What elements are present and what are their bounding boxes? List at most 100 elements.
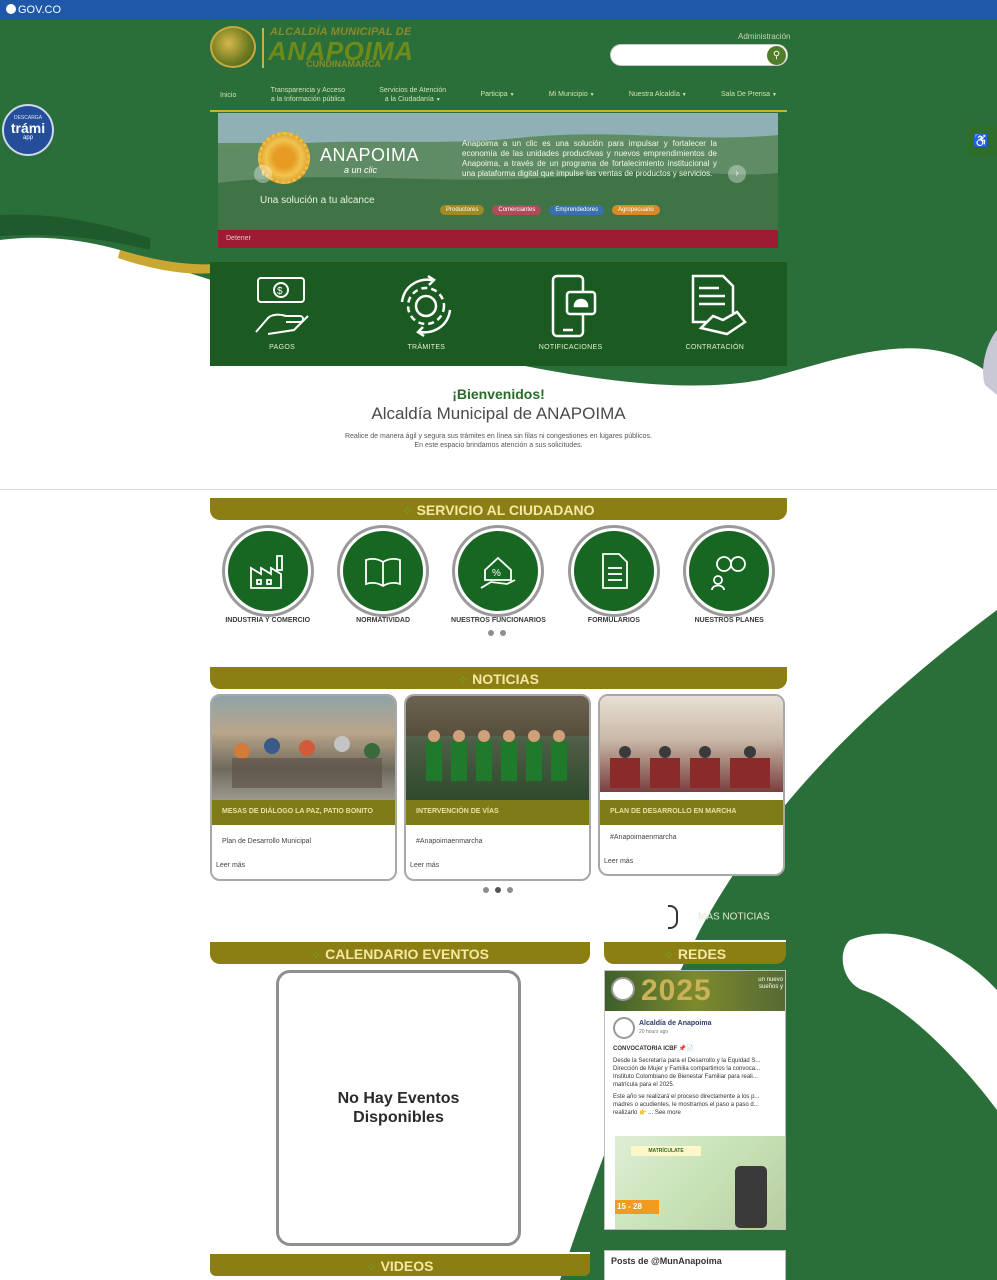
- servicio-planes[interactable]: NUESTROS PLANES: [677, 528, 782, 624]
- news-read-more[interactable]: Leer más: [604, 858, 633, 865]
- facebook-feed[interactable]: 2025 un nuevo sueños y Alcaldía de Anapoi…: [604, 970, 786, 1230]
- nav-item-inicio[interactable]: Inicio: [220, 91, 236, 100]
- servicio-industria[interactable]: INDUSTRIA Y COMERCIO: [215, 528, 320, 624]
- news-card[interactable]: INTERVENCIÓN DE VÍAS #Anapoimaenmarcha L…: [404, 694, 591, 881]
- post-image-dates: 15 - 28: [615, 1200, 659, 1214]
- banner-brand: ANAPOIMA: [320, 145, 420, 165]
- bullet-dots-icon: ⁘: [402, 504, 413, 518]
- nav-label: Servicios de Atención: [379, 86, 447, 94]
- pager-dot[interactable]: [495, 887, 501, 893]
- no-events-line-2: Disponibles: [353, 1109, 444, 1126]
- nav-item-servicios[interactable]: Servicios de Atención a la Ciudadanía ▼: [379, 86, 446, 105]
- twitter-feed-header[interactable]: Posts de @MunAnapoima: [604, 1250, 786, 1280]
- accessibility-icon[interactable]: ♿: [966, 126, 997, 156]
- news-read-more[interactable]: Leer más: [410, 862, 439, 869]
- pager-dot[interactable]: [488, 630, 494, 636]
- news-read-more[interactable]: Leer más: [216, 862, 245, 869]
- servicio-funcionarios[interactable]: % NUESTROS FUNCIONARIOS: [446, 528, 551, 624]
- noticias-heading-text: NOTICIAS: [472, 671, 539, 687]
- main-nav: Inicio Transparencia y Acceso a la Inform…: [210, 80, 787, 112]
- pill-agropecuario[interactable]: Agropecuario: [612, 205, 660, 215]
- redes-heading: ⁘ REDES: [604, 940, 786, 964]
- section-divider: [0, 489, 997, 490]
- gov-co-bar[interactable]: GOV.CO: [0, 0, 997, 20]
- servicio-heading-text: SERVICIO AL CIUDADANO: [416, 502, 595, 518]
- videos-heading-text: VIDEOS: [380, 1258, 434, 1274]
- search-input[interactable]: ⚲: [610, 44, 788, 66]
- quick-label: PAGOS: [269, 344, 296, 351]
- banner-pills: Productores Comerciantes Emprendedores A…: [440, 205, 770, 215]
- welcome-line-1: Realice de manera ágil y segura sus trám…: [344, 433, 652, 440]
- servicio-pager: [488, 630, 506, 636]
- banner-tagline: Una solución a tu alcance: [260, 195, 375, 206]
- hero-banner[interactable]: ANAPOIMA a un clic Una solución a tu alc…: [218, 113, 778, 248]
- nav-item-participa[interactable]: Participa ▼: [480, 90, 514, 100]
- more-news-link[interactable]: MÁS NOTICIAS: [668, 905, 770, 929]
- pager-dot[interactable]: [500, 630, 506, 636]
- nav-item-mi-municipio[interactable]: Mi Municipio ▼: [549, 90, 595, 100]
- pill-emprendedores[interactable]: Emprendedores: [549, 205, 605, 215]
- phone-notification-icon: [551, 274, 596, 338]
- post-time: 20 hours ago: [639, 1029, 669, 1035]
- quick-notificaciones[interactable]: NOTIFICACIONES: [511, 262, 631, 366]
- chevron-down-icon: ▼: [681, 92, 687, 98]
- gear-cycle-icon: [401, 274, 452, 338]
- news-title: MESAS DE DIÁLOGO LA PAZ, PATIO BONITO: [212, 800, 395, 825]
- servicio-label: INDUSTRIA Y COMERCIO: [225, 617, 311, 624]
- nav-label: Participa: [480, 91, 508, 98]
- form-document-icon: [601, 553, 628, 589]
- gov-co-icon: [6, 4, 16, 14]
- banner-brand-sub: a un clic: [344, 165, 378, 175]
- nav-item-sala-prensa[interactable]: Sala De Prensa ▼: [721, 90, 777, 100]
- admin-link[interactable]: Administración: [738, 32, 790, 41]
- banner-next-arrow-icon[interactable]: ›: [728, 165, 746, 183]
- news-body: #Anapoimaenmarcha: [416, 838, 483, 845]
- news-body: #Anapoimaenmarcha: [610, 834, 677, 841]
- quick-access-bar: $ PAGOS TRÁMITES NOTIFICACIONES CONTRATA…: [210, 262, 787, 366]
- servicio-label: FORMULARIOS: [587, 617, 640, 624]
- nav-label: Inicio: [220, 91, 237, 99]
- news-photo: [212, 696, 395, 800]
- logo-separator: [262, 28, 264, 68]
- videos-heading: ⁘ VIDEOS: [210, 1252, 590, 1276]
- chevron-down-icon: ▼: [589, 92, 595, 98]
- news-card[interactable]: MESAS DE DIÁLOGO LA PAZ, PATIO BONITO Pl…: [210, 694, 397, 881]
- pager-dot[interactable]: [483, 887, 489, 893]
- nav-label: Nuestra Alcaldía: [628, 91, 680, 98]
- nav-label: Sala De Prensa: [720, 91, 771, 98]
- tramiapp-download-badge[interactable]: DESCARGA trámi app: [2, 104, 54, 156]
- servicio-formularios[interactable]: FORMULARIOS: [561, 528, 666, 624]
- noticias-pager: [483, 887, 513, 893]
- site-logo[interactable]: ALCALDÍA MUNICIPAL DE ANAPOIMA CUNDINAMA…: [210, 24, 413, 72]
- post-image[interactable]: MATRÍCULATE 15 - 28: [615, 1136, 785, 1229]
- bracket-icon: [668, 905, 678, 929]
- contract-handshake-icon: [691, 274, 747, 336]
- quick-pagos[interactable]: $ PAGOS: [222, 262, 342, 366]
- quick-tramites[interactable]: TRÁMITES: [366, 262, 486, 366]
- nav-label-2: a la Ciudadanía: [384, 95, 434, 103]
- meeting-photo-illustration: [610, 746, 770, 788]
- servicio-normatividad[interactable]: NORMATIVIDAD: [331, 528, 436, 624]
- facebook-cover: 2025 un nuevo sueños y: [605, 971, 785, 1011]
- banner-prev-arrow-icon[interactable]: ‹: [254, 165, 272, 183]
- banner-pause-button[interactable]: Detener: [218, 230, 778, 248]
- post-page-name[interactable]: Alcaldía de Anapoima: [639, 1020, 711, 1028]
- post-paragraph-2: Este año se realizará el proceso directa…: [613, 1094, 760, 1116]
- chevron-down-icon: ▼: [435, 96, 441, 103]
- search-icon[interactable]: ⚲: [767, 46, 786, 65]
- quick-contratacion[interactable]: CONTRATACIÓN: [655, 262, 775, 366]
- news-photo: [600, 696, 783, 792]
- pill-productores[interactable]: Productores: [440, 205, 485, 215]
- post-image-banner: MATRÍCULATE: [631, 1146, 701, 1156]
- nav-item-nuestra-alcaldia[interactable]: Nuestra Alcaldía ▼: [629, 90, 687, 100]
- news-carousel: MESAS DE DIÁLOGO LA PAZ, PATIO BONITO Pl…: [210, 694, 787, 881]
- news-card[interactable]: PLAN DE DESARROLLO EN MARCHA #Anapoimaen…: [598, 694, 785, 876]
- house-percent-hand-icon: %: [481, 556, 516, 589]
- banner-description: Anapoima a un clic es una solución para …: [462, 139, 717, 178]
- pager-dot[interactable]: [507, 887, 513, 893]
- post-paragraph-1: Desde la Secretaría para el Desarrollo y…: [613, 1058, 761, 1088]
- facebook-post: Alcaldía de Anapoima 20 hours ago CONVOC…: [605, 1011, 785, 1127]
- pill-comerciantes[interactable]: Comerciantes: [492, 205, 542, 215]
- nav-item-transparencia[interactable]: Transparencia y Acceso a la Información p…: [271, 86, 345, 104]
- welcome-title: ¡Bienvenidos!: [452, 386, 545, 402]
